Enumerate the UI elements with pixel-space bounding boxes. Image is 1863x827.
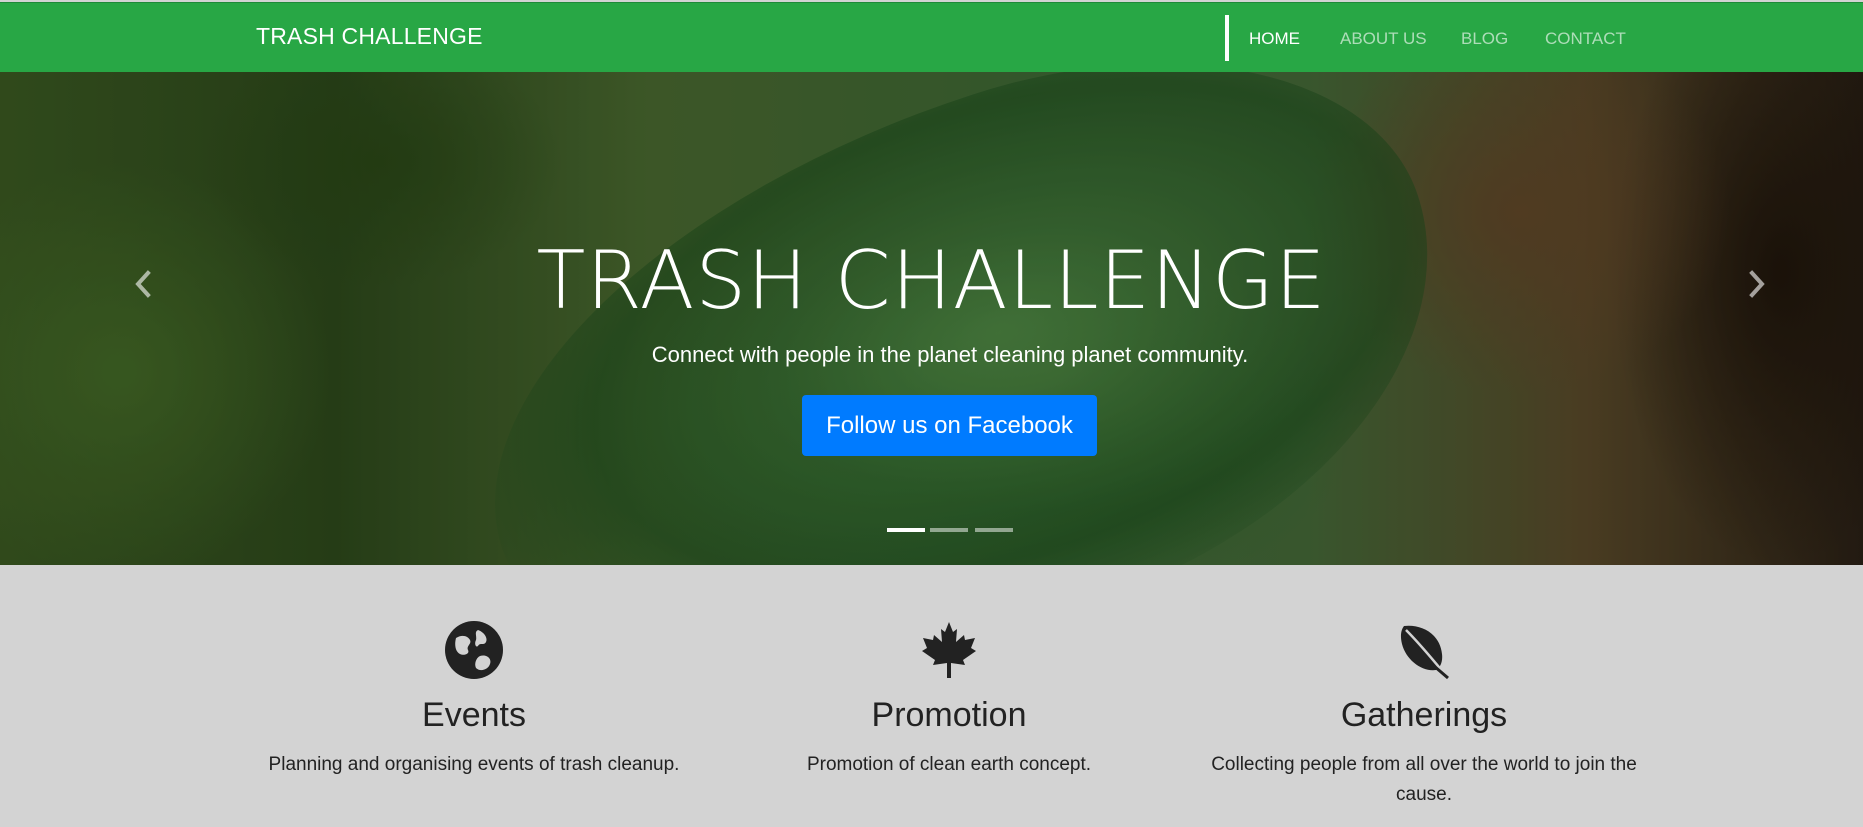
hero-title: TRASH CHALLENGE <box>536 234 1327 327</box>
nav-about-us[interactable]: ABOUT US <box>1340 29 1427 49</box>
carousel-indicator[interactable] <box>887 528 925 532</box>
globe-icon <box>444 620 504 680</box>
follow-facebook-button[interactable]: Follow us on Facebook <box>802 395 1097 456</box>
features-section: Events Planning and organising events of… <box>0 565 1863 827</box>
nav-blog[interactable]: BLOG <box>1461 29 1508 49</box>
feature-text: Promotion of clean earth concept. <box>806 754 1092 775</box>
carousel-indicator[interactable] <box>930 528 968 532</box>
feature-title: Gatherings <box>1340 696 1508 734</box>
hero-subtitle: Connect with people in the planet cleani… <box>651 342 1249 367</box>
navbar: TRASH CHALLENGE HOME ABOUT US BLOG CONTA… <box>0 2 1863 72</box>
leaf-icon <box>1394 620 1454 680</box>
carousel-indicator[interactable] <box>975 528 1013 532</box>
maple-leaf-icon <box>919 620 979 680</box>
feature-text: Planning and organising events of trash … <box>268 754 680 775</box>
feature-text: Collecting people from all over the worl… <box>1211 754 1637 805</box>
nav-home[interactable]: HOME <box>1249 29 1300 49</box>
hero-carousel: TRASH CHALLENGE Connect with people in t… <box>0 72 1863 565</box>
nav-divider <box>1225 15 1229 61</box>
nav-contact[interactable]: CONTACT <box>1545 29 1626 49</box>
brand-link[interactable]: TRASH CHALLENGE <box>256 23 483 50</box>
feature-title: Promotion <box>871 696 1027 734</box>
feature-title: Events <box>422 696 526 734</box>
